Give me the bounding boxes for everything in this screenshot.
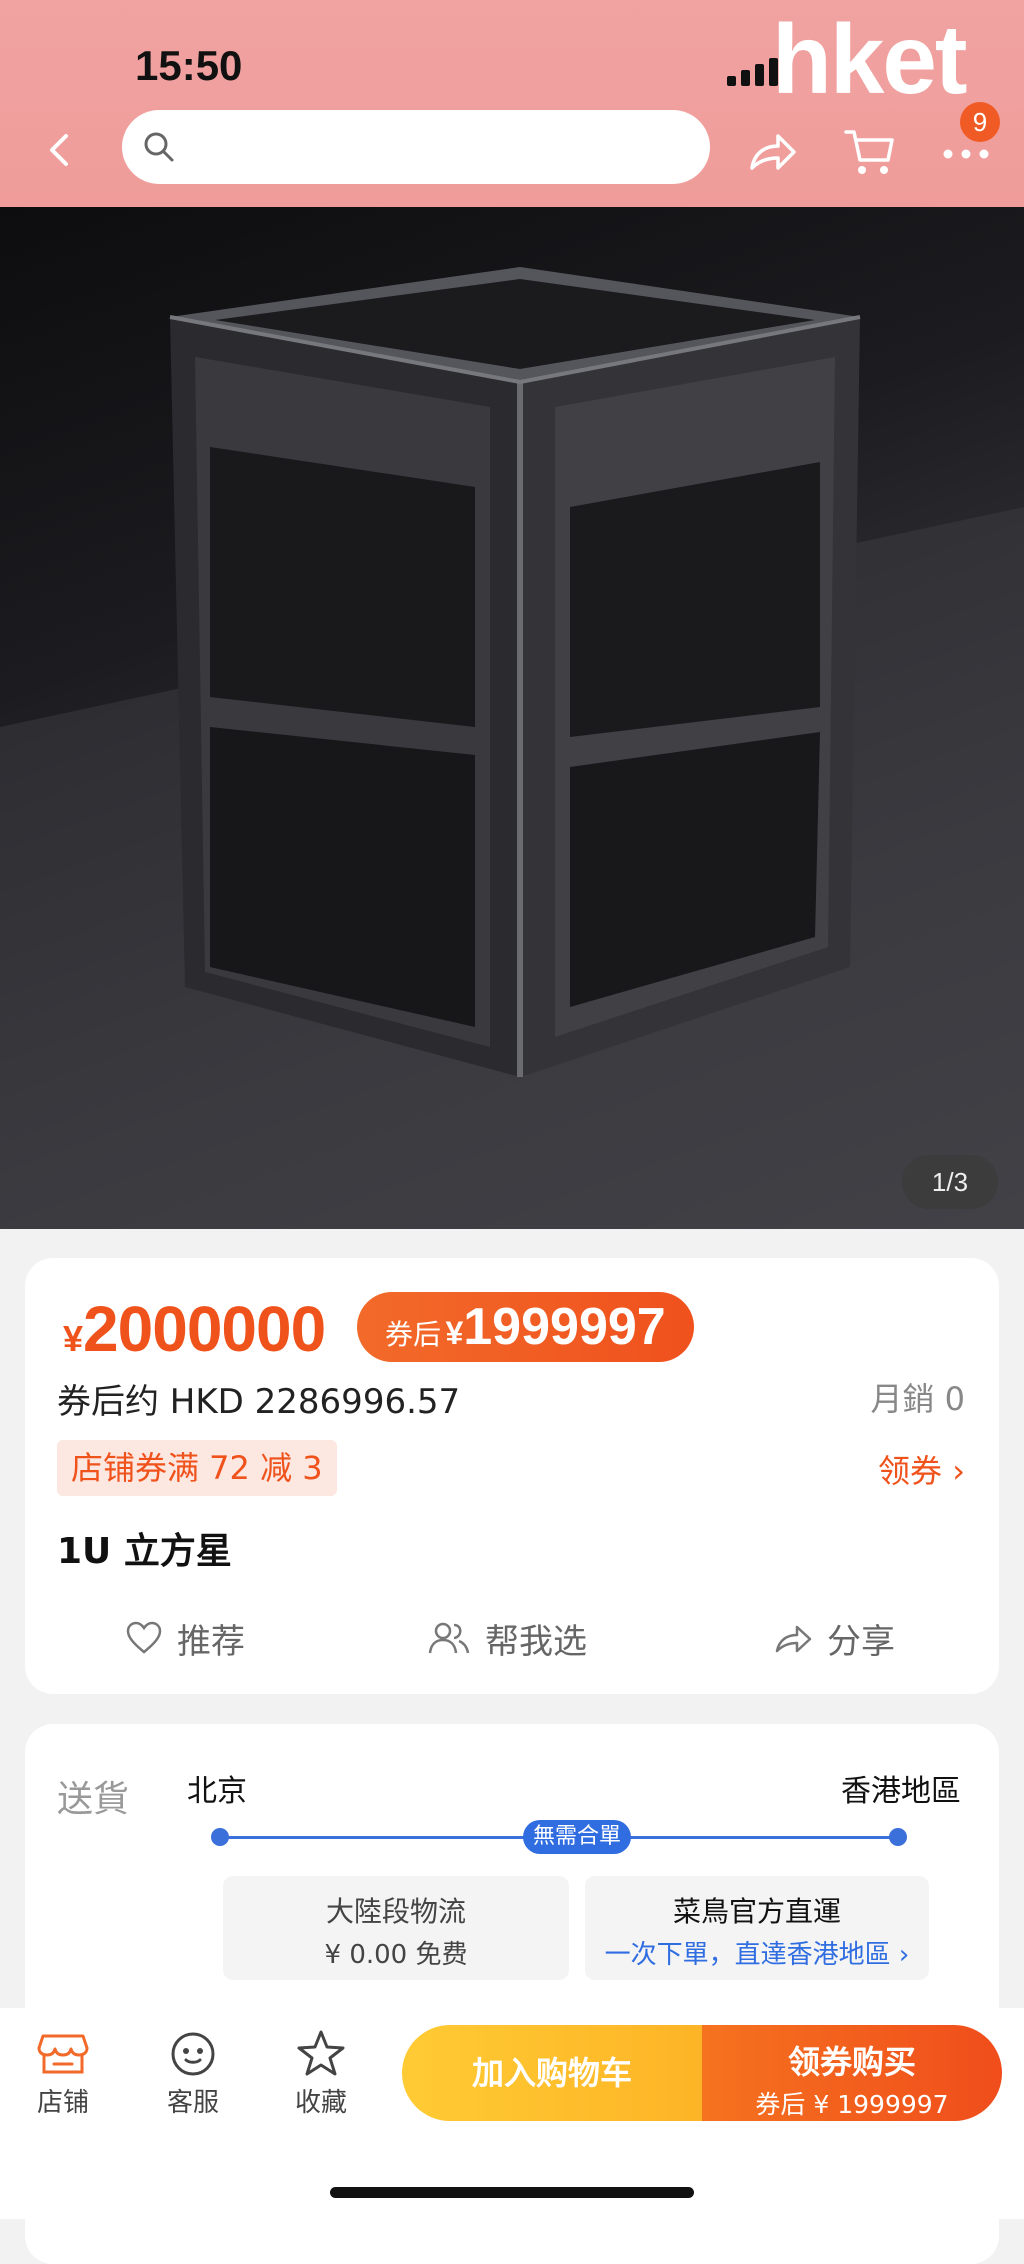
cainiao-direct-title: 菜鳥官方直運 xyxy=(672,1895,841,1928)
original-price: ¥2000000 xyxy=(63,1292,326,1366)
top-header: 15:50 hket 9 xyxy=(0,0,1024,207)
shop-icon xyxy=(37,2034,89,2074)
help-choose-button[interactable]: 帮我选 xyxy=(427,1608,587,1668)
cainiao-direct-link[interactable]: 一次下單，直達香港地區 › xyxy=(585,1934,929,1971)
mainland-logistics-fee: ¥ 0.00 免费 xyxy=(324,1940,468,1970)
product-title: 1U 立方星 xyxy=(57,1531,232,1572)
customer-service-icon xyxy=(171,2032,215,2076)
no-merge-tag: 無需合單 xyxy=(523,1820,632,1854)
get-coupon-link[interactable]: 领券 › xyxy=(878,1446,965,1492)
delivery-origin: 北京 xyxy=(187,1774,247,1809)
add-to-cart-button[interactable]: 加入购物车 xyxy=(402,2025,702,2121)
shop-coupon-tag[interactable]: 店铺券满 72 减 3 xyxy=(57,1440,337,1496)
service-label: 客服 xyxy=(166,2088,219,2118)
recommend-button[interactable]: 推荐 xyxy=(125,1608,245,1668)
share-label: 分享 xyxy=(827,1621,895,1662)
mainland-logistics-box: 大陸段物流 ¥ 0.00 免费 xyxy=(223,1876,569,1980)
star-icon xyxy=(297,2030,345,2076)
coupon-price-badge: 券后 ¥1999997 xyxy=(357,1292,694,1362)
route-start-dot xyxy=(211,1828,229,1846)
cainiao-direct-box[interactable]: 菜鳥官方直運 一次下單，直達香港地區 › xyxy=(585,1876,929,1980)
shop-label: 店铺 xyxy=(36,2088,89,2118)
cubesat-product-image xyxy=(0,267,1024,1229)
cart-count-badge: 9 xyxy=(960,102,1000,142)
status-time: 15:50 xyxy=(135,42,243,89)
cart-icon[interactable] xyxy=(842,124,898,180)
action-row: 推荐 帮我选 分享 xyxy=(25,1608,999,1668)
help-choose-label: 帮我选 xyxy=(485,1621,587,1662)
buy-coupon-price: 券后 ¥ 1999997 xyxy=(755,2090,949,2119)
price-card: ¥2000000 券后 ¥1999997 券后约 HKD 2286996.57 … xyxy=(25,1258,999,1694)
recommend-label: 推荐 xyxy=(177,1621,245,1662)
people-icon xyxy=(428,1622,470,1654)
image-counter: 1/3 xyxy=(902,1155,998,1209)
share-action-button[interactable]: 分享 xyxy=(773,1608,895,1668)
mainland-logistics-title: 大陸段物流 xyxy=(325,1895,466,1928)
delivery-label: 送貨 xyxy=(57,1779,130,1820)
share-icon[interactable] xyxy=(744,124,800,180)
coupon-buy-button[interactable]: 领券购买 券后 ¥ 1999997 xyxy=(702,2025,1002,2121)
home-indicator[interactable] xyxy=(330,2187,694,2198)
service-tab[interactable]: 客服 xyxy=(148,2028,238,2119)
hkd-price: 券后约 HKD 2286996.57 xyxy=(57,1382,461,1422)
search-input[interactable] xyxy=(186,122,690,174)
coupon-label: 券后 xyxy=(385,1319,442,1350)
hket-watermark-logo: hket xyxy=(772,4,968,114)
favorite-label: 收藏 xyxy=(294,2088,347,2118)
coupon-currency: ¥ xyxy=(445,1315,464,1351)
currency-symbol: ¥ xyxy=(63,1318,84,1359)
search-bar[interactable] xyxy=(122,110,710,184)
delivery-destination: 香港地區 xyxy=(841,1774,961,1809)
buy-title: 领券购买 xyxy=(787,2043,916,2081)
favorite-tab[interactable]: 收藏 xyxy=(276,2028,366,2119)
price-amount: 2000000 xyxy=(83,1293,326,1365)
back-icon[interactable] xyxy=(40,130,80,170)
monthly-sales: 月銷 0 xyxy=(870,1380,965,1418)
shop-tab[interactable]: 店铺 xyxy=(18,2028,108,2119)
share-icon xyxy=(775,1625,812,1653)
search-icon xyxy=(144,132,174,162)
coupon-price-amount: 1999997 xyxy=(463,1298,666,1356)
route-end-dot xyxy=(889,1828,907,1846)
heart-icon xyxy=(126,1621,162,1654)
product-image-carousel[interactable]: 1/3 xyxy=(0,207,1024,1229)
